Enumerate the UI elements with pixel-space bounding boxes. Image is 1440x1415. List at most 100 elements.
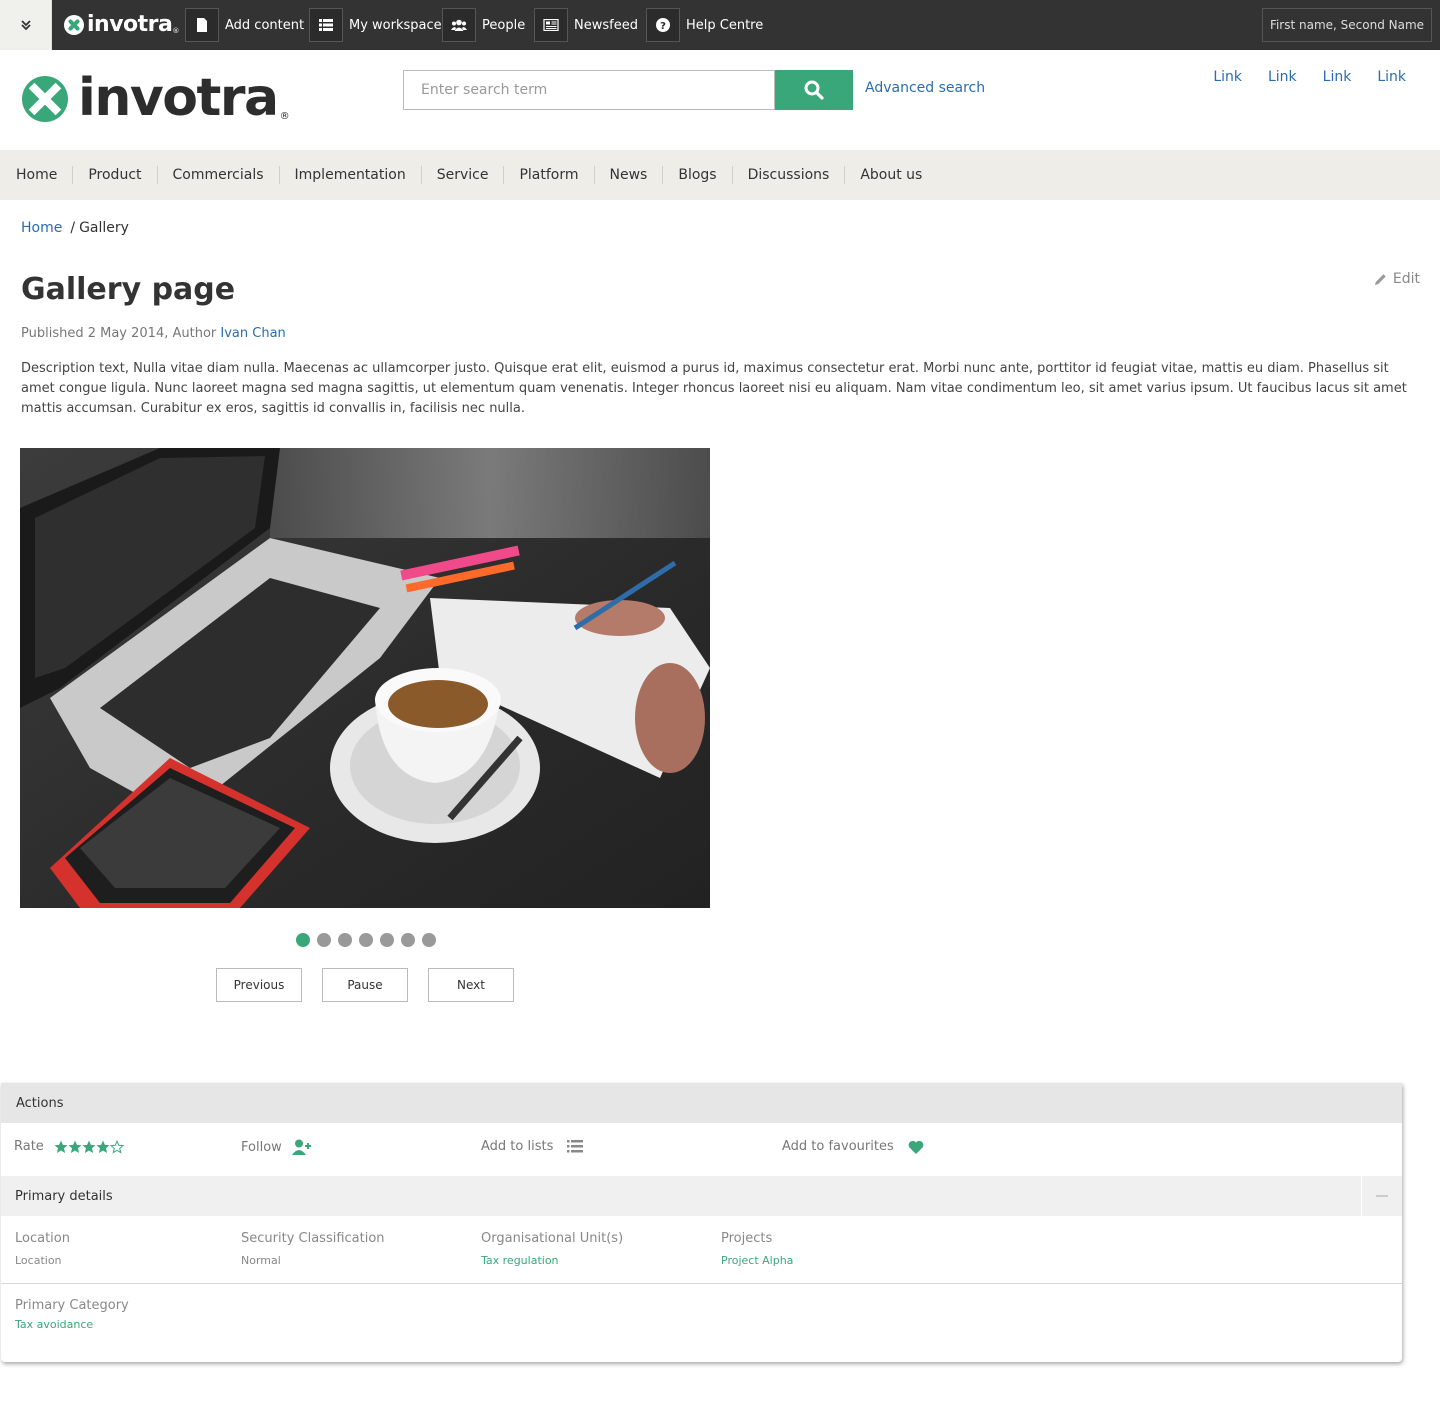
nav-item-service[interactable]: Service — [420, 166, 504, 184]
slide-dot[interactable] — [338, 933, 352, 947]
field-label: Organisational Unit(s) — [481, 1231, 624, 1246]
edit-button[interactable]: Edit — [1374, 271, 1420, 287]
slide-dot[interactable] — [380, 933, 394, 947]
slide-dot[interactable] — [359, 933, 373, 947]
newsfeed-label: Newsfeed — [574, 17, 638, 33]
rating-stars[interactable] — [54, 1139, 124, 1154]
slide-dot[interactable] — [422, 933, 436, 947]
nav-item-platform[interactable]: Platform — [503, 166, 593, 184]
gallery-slide-image[interactable] — [20, 448, 710, 908]
site-logo[interactable]: invotra ® — [22, 72, 290, 124]
page-title: Gallery page — [21, 272, 236, 307]
organisational-units-field: Organisational Unit(s) Tax regulation — [481, 1231, 623, 1267]
field-value-link[interactable]: Project Alpha — [721, 1254, 793, 1267]
breadcrumb-current: Gallery — [79, 220, 129, 236]
people-label: People — [482, 17, 526, 33]
field-label: Security Classification — [241, 1231, 385, 1246]
nav-item-home[interactable]: Home — [16, 166, 72, 184]
invotra-logo-icon — [64, 15, 84, 35]
my-workspace-button[interactable]: My workspace — [309, 8, 442, 42]
add-to-lists-label: Add to lists — [481, 1139, 554, 1154]
nav-item-product[interactable]: Product — [72, 166, 156, 184]
primary-details-heading: Primary details — [1, 1176, 1402, 1216]
utility-link[interactable]: Link — [1268, 69, 1297, 85]
heart-icon — [908, 1140, 924, 1154]
utility-link[interactable]: Link — [1377, 69, 1406, 85]
newsfeed-button[interactable]: Newsfeed — [534, 8, 638, 42]
slide-dot[interactable] — [317, 933, 331, 947]
help-centre-button[interactable]: ? Help Centre — [646, 8, 763, 42]
published-text: Published 2 May 2014, Author — [21, 326, 217, 341]
breadcrumb-separator: / — [70, 220, 76, 236]
toolbar-logo[interactable]: invotra ® — [64, 12, 179, 38]
people-button[interactable]: People — [442, 8, 525, 42]
security-classification-field: Security Classification Normal — [241, 1231, 385, 1267]
follow-label: Follow — [241, 1139, 282, 1155]
nav-item-blogs[interactable]: Blogs — [662, 166, 731, 184]
main-navigation: Home Product Commercials Implementation … — [0, 150, 1440, 200]
follow-action[interactable]: Follow — [241, 1139, 312, 1155]
add-content-label: Add content — [225, 17, 305, 33]
invotra-logo-icon — [22, 76, 68, 122]
advanced-search-link[interactable]: Advanced search — [865, 80, 985, 96]
star-icon[interactable] — [68, 1140, 82, 1154]
site-logo-text: invotra — [78, 68, 279, 128]
add-user-icon — [291, 1139, 311, 1155]
menu-toggle-button[interactable] — [0, 0, 52, 50]
search-icon — [804, 80, 824, 100]
location-field: Location Location — [15, 1231, 70, 1267]
rate-label: Rate — [14, 1139, 44, 1154]
nav-item-discussions[interactable]: Discussions — [731, 166, 845, 184]
nav-item-about-us[interactable]: About us — [844, 166, 937, 184]
user-menu-button[interactable]: First name, Second Name — [1262, 8, 1432, 42]
field-value-link[interactable]: Tax avoidance — [15, 1318, 129, 1331]
question-icon: ? — [646, 8, 680, 42]
next-button[interactable]: Next — [428, 968, 514, 1002]
collapse-button[interactable] — [1361, 1176, 1402, 1216]
star-icon[interactable] — [96, 1140, 110, 1154]
projects-field: Projects Project Alpha — [721, 1231, 793, 1267]
primary-details-title: Primary details — [15, 1188, 113, 1204]
breadcrumb: Home / Gallery — [21, 220, 129, 236]
utility-link[interactable]: Link — [1213, 69, 1242, 85]
top-toolbar: invotra ® Add content My workspace Peopl… — [0, 0, 1440, 50]
search-input[interactable]: Enter search term — [403, 70, 775, 110]
nav-item-news[interactable]: News — [593, 166, 663, 184]
field-value-link[interactable]: Tax regulation — [481, 1254, 623, 1267]
add-to-lists-action[interactable]: Add to lists — [481, 1139, 584, 1154]
people-icon — [442, 8, 476, 42]
divider — [1, 1283, 1402, 1284]
field-value: Normal — [241, 1254, 281, 1267]
field-value: Location — [15, 1254, 62, 1267]
nav-item-commercials[interactable]: Commercials — [156, 166, 279, 184]
my-workspace-label: My workspace — [349, 17, 442, 33]
star-icon[interactable] — [82, 1140, 96, 1154]
field-label: Location — [15, 1231, 70, 1246]
star-icon[interactable] — [54, 1140, 68, 1154]
help-centre-label: Help Centre — [686, 17, 764, 33]
previous-button[interactable]: Previous — [216, 968, 302, 1002]
search-button[interactable] — [775, 70, 853, 110]
utility-links: Link Link Link Link — [1213, 69, 1406, 85]
breadcrumb-home-link[interactable]: Home — [21, 220, 62, 236]
field-label: Primary Category — [15, 1298, 129, 1313]
primary-category-field: Primary Category Tax avoidance — [15, 1298, 129, 1331]
edit-label: Edit — [1392, 271, 1420, 287]
slide-dot[interactable] — [296, 933, 310, 947]
slide-dot[interactable] — [401, 933, 415, 947]
add-to-favourites-action[interactable]: Add to favourites — [782, 1139, 924, 1154]
author-link[interactable]: Ivan Chan — [220, 326, 285, 341]
pencil-icon — [1374, 273, 1386, 285]
star-outline-icon[interactable] — [109, 1139, 124, 1154]
utility-link[interactable]: Link — [1323, 69, 1352, 85]
add-content-button[interactable]: Add content — [185, 8, 304, 42]
rate-action: Rate — [14, 1139, 124, 1154]
minus-icon — [1376, 1195, 1388, 1197]
nav-item-implementation[interactable]: Implementation — [278, 166, 421, 184]
field-label: Projects — [721, 1231, 773, 1246]
list-icon — [567, 1140, 584, 1153]
pause-button[interactable]: Pause — [322, 968, 408, 1002]
page-description: Description text, Nulla vitae diam nulla… — [21, 361, 1407, 416]
publish-meta: Published 2 May 2014, Author Ivan Chan — [21, 326, 286, 341]
document-icon — [185, 8, 219, 42]
